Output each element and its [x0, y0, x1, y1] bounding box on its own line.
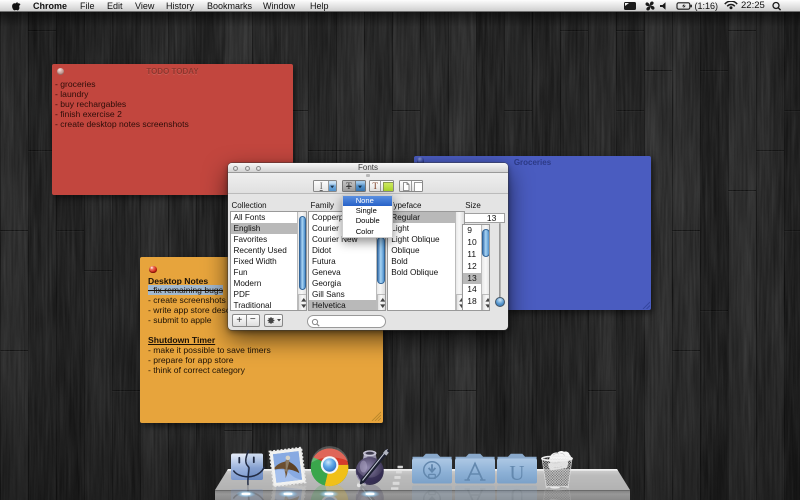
- svg-text:U: U: [509, 461, 524, 485]
